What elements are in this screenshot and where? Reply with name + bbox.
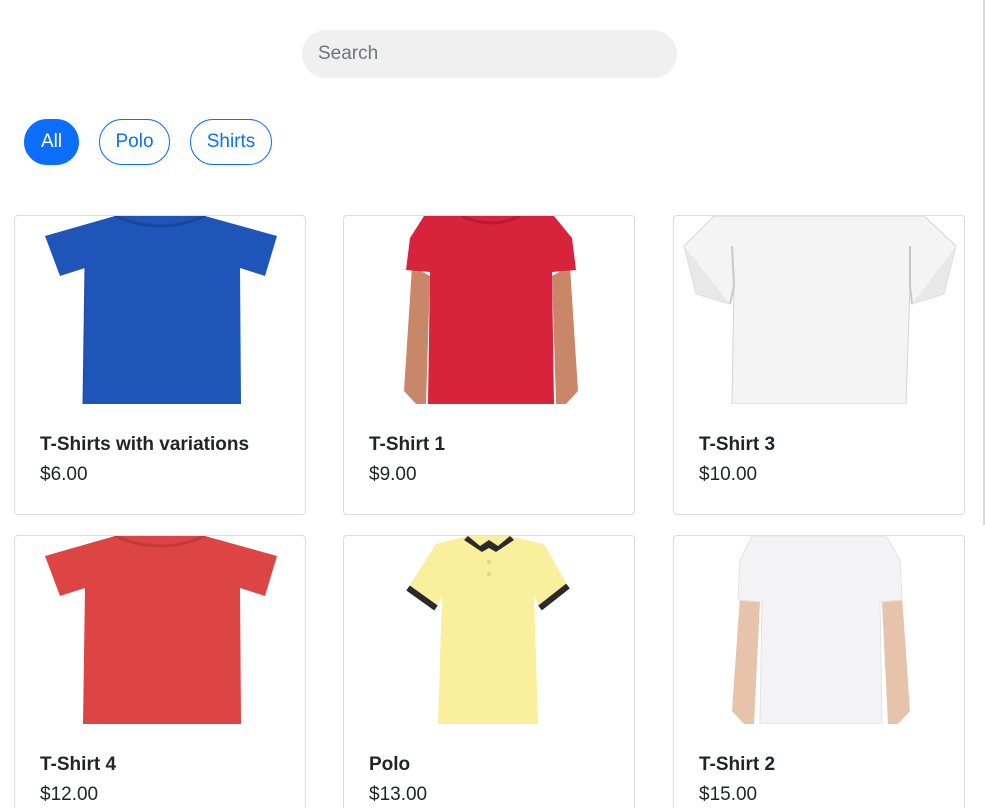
tshirt-model-image — [404, 216, 578, 404]
search-bar — [302, 30, 677, 78]
product-name: T-Shirt 1 — [369, 434, 446, 455]
product-name: T-Shirt 4 — [40, 754, 117, 775]
product-card[interactable]: T-Shirts with variations $6.00 — [14, 215, 306, 515]
product-image[interactable] — [15, 216, 305, 404]
product-name: T-Shirt 2 — [699, 754, 776, 775]
product-price: $6.00 — [40, 464, 88, 485]
product-name: Polo — [369, 754, 411, 775]
tshirt-model-image — [732, 536, 910, 724]
shop-page: All Polo Shirts T-Shirts with variations… — [0, 0, 985, 808]
product-card[interactable]: Polo $13.00 — [343, 535, 635, 808]
product-image[interactable] — [344, 536, 634, 724]
filter-shirts-button[interactable]: Shirts — [190, 119, 272, 165]
tshirt-flat-image — [45, 216, 277, 404]
product-price: $12.00 — [40, 784, 99, 805]
product-price: $15.00 — [699, 784, 758, 805]
product-image[interactable] — [674, 536, 964, 724]
product-price: $9.00 — [369, 464, 417, 485]
product-price: $10.00 — [699, 464, 758, 485]
product-name: T-Shirt 3 — [699, 434, 776, 455]
product-image[interactable] — [344, 216, 634, 404]
search-input[interactable] — [302, 30, 677, 78]
filter-all-button[interactable]: All — [24, 119, 79, 165]
product-card[interactable]: T-Shirt 3 $10.00 — [673, 215, 965, 515]
product-card[interactable]: T-Shirt 2 $15.00 — [673, 535, 965, 808]
product-name: T-Shirts with variations — [40, 434, 250, 455]
category-filters: All Polo Shirts — [24, 119, 272, 165]
tshirt-flat-image — [45, 536, 277, 724]
product-price: $13.00 — [369, 784, 428, 805]
tshirt-torso-image — [683, 216, 957, 404]
polo-shirt-image — [406, 536, 570, 724]
product-card[interactable]: T-Shirt 1 $9.00 — [343, 215, 635, 515]
product-image[interactable] — [674, 216, 964, 404]
filter-polo-button[interactable]: Polo — [99, 119, 170, 165]
product-card[interactable]: T-Shirt 4 $12.00 — [14, 535, 306, 808]
product-image[interactable] — [15, 536, 305, 724]
